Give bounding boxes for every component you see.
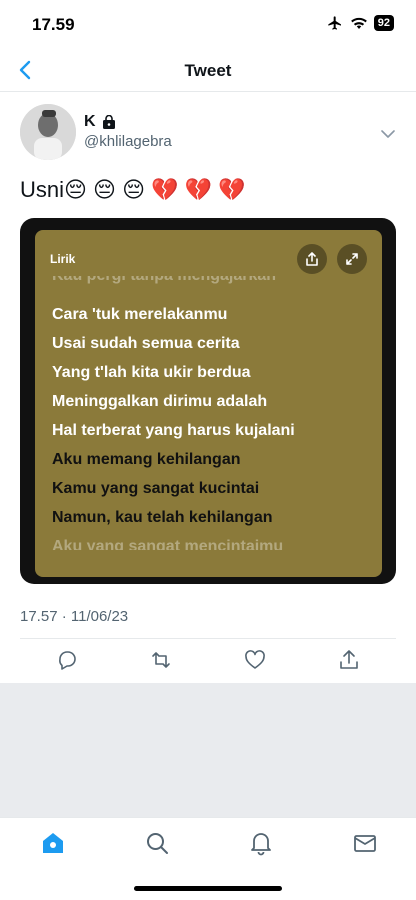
lyric-line: Kau pergi tanpa mengajarkan	[52, 276, 276, 290]
display-name[interactable]: K	[84, 113, 116, 131]
share-icon	[306, 252, 318, 266]
lyric-line-active: Namun, kau telah kehilangan	[52, 509, 273, 526]
home-indicator[interactable]	[134, 886, 282, 891]
lyric-line: Meninggalkan dirimu adalah	[52, 393, 268, 410]
airplane-icon	[328, 16, 341, 30]
tweet-text: Usni😔 😔 😔 💔 💔 💔	[20, 177, 246, 202]
lyrics-expand-button[interactable]	[337, 244, 367, 274]
status-time: 17.59	[32, 15, 75, 34]
lyric-line: Hal terberat yang harus kujalani	[52, 422, 295, 439]
home-icon[interactable]	[40, 830, 66, 856]
empty-area	[0, 683, 416, 817]
lyrics-share-button[interactable]	[297, 244, 327, 274]
lyric-line: Yang t'lah kita ukir berdua	[52, 364, 251, 381]
mail-icon[interactable]	[352, 830, 378, 856]
display-name-text: K	[84, 113, 96, 130]
lyric-line-active: Kamu yang sangat kucintai	[52, 480, 260, 497]
share-icon[interactable]	[337, 648, 361, 672]
lyric-line-active: Aku memang kehilangan	[52, 451, 241, 468]
avatar[interactable]	[20, 104, 76, 160]
chevron-down-icon[interactable]	[378, 124, 398, 144]
nav-header: Tweet	[0, 48, 416, 92]
divider	[20, 638, 396, 639]
tweet-actions	[0, 648, 416, 674]
lyric-line: Cara 'tuk merelakanmu	[52, 306, 228, 323]
status-bar: 17.59 92	[0, 0, 416, 48]
retweet-icon[interactable]	[149, 648, 173, 672]
battery-indicator: 92	[373, 15, 394, 31]
search-icon[interactable]	[144, 830, 170, 856]
lyrics-label: Lirik	[50, 252, 76, 266]
status-icons: 92	[326, 15, 394, 31]
lock-icon	[102, 115, 115, 129]
expand-icon	[346, 253, 358, 265]
lyrics-card: Lirik Kau pergi tanpa mengajarkan Cara '…	[35, 230, 382, 577]
user-handle[interactable]: @khlilagebra	[84, 133, 172, 150]
tweet-timestamp: 17.57 · 11/06/23	[20, 608, 129, 625]
bell-icon[interactable]	[248, 830, 274, 856]
heart-icon[interactable]	[243, 648, 267, 672]
page-title: Tweet	[184, 61, 232, 80]
lyric-line: Aku yang sangat mencintaimu	[52, 538, 284, 550]
wifi-icon	[350, 17, 367, 29]
reply-icon[interactable]	[55, 648, 79, 672]
lyric-line: Usai sudah semua cerita	[52, 335, 240, 352]
